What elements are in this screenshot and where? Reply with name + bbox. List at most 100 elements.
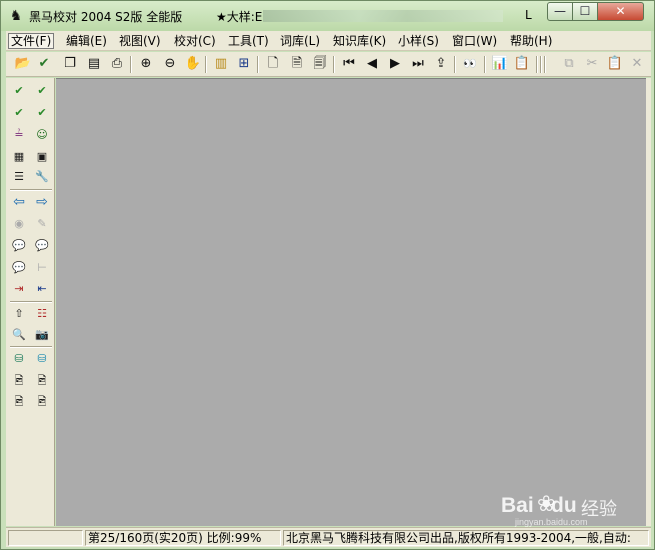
delete-icon[interactable]: ✕ [628, 55, 646, 73]
status-pane-empty [8, 530, 83, 546]
document-workspace[interactable] [56, 78, 646, 526]
insert-right-icon[interactable]: ⇤ [32, 280, 52, 298]
menu-view[interactable]: 视图(V) [117, 33, 163, 49]
horse-logo-icon[interactable]: ♞ [7, 8, 25, 24]
menu-lexicon[interactable]: 词库(L) [278, 33, 322, 49]
comment-red-icon[interactable]: 💬 [9, 259, 29, 277]
toolbar-separator [544, 56, 546, 73]
toolbar-separator [257, 56, 259, 73]
toolbar-separator [484, 56, 486, 73]
app-window: ♞ 黑马校对 2004 S2版 全能版 ★大样:E L — ☐ ✕ 文件(F) … [0, 0, 655, 550]
abc-check-icon[interactable]: ✔ [9, 82, 29, 100]
copyright-status: 北京黑马飞腾科技有限公司出品,版权所有1993-2004,一般,自动: [283, 530, 649, 546]
export-icon[interactable]: ⇪ [432, 55, 450, 73]
page-text-icon[interactable]: 🗎 [288, 55, 306, 73]
copy-pages-icon[interactable]: ❐ [61, 55, 79, 73]
comment-pink-icon[interactable]: 💬 [9, 237, 29, 255]
image-check-2-icon[interactable]: 🖻 [32, 372, 52, 390]
toolbar-separator [536, 56, 538, 73]
app-title: 黑马校对 2004 S2版 全能版 [29, 10, 183, 24]
page-info-status: 第25/160页(实20页) 比例:99% [85, 530, 281, 546]
status-bar: 第25/160页(实20页) 比例:99% 北京黑马飞腾科技有限公司出品,版权所… [6, 527, 651, 547]
open-icon[interactable]: 📂 [14, 55, 32, 73]
page-list-icon[interactable]: ▤ [85, 55, 103, 73]
watermark-logo-tail: du [551, 494, 577, 517]
image-check-3-icon[interactable]: 🖻 [9, 393, 29, 411]
copy-icon[interactable]: ⧉ [560, 55, 578, 73]
menu-file[interactable]: 文件(F) [8, 33, 55, 49]
watermark-logo-text: Bai [501, 494, 534, 517]
zoom-out-icon[interactable]: ⊖ [161, 55, 179, 73]
toolbar-separator [540, 56, 542, 73]
minimize-button[interactable]: — [547, 2, 573, 21]
right-frame-edge [646, 78, 651, 526]
toolbar-separator [205, 56, 207, 73]
portrait-icon[interactable]: ☺ [32, 126, 52, 144]
db-add-icon[interactable]: ⛁ [9, 350, 29, 368]
menu-window[interactable]: 窗口(W) [450, 33, 499, 49]
watermark-url: jingyan.baidu.com [515, 517, 588, 527]
document-title-trail: L [525, 8, 532, 22]
insert-left-icon[interactable]: ⇥ [9, 280, 29, 298]
menu-bar: 文件(F) 编辑(E) 视图(V) 校对(C) 工具(T) 词库(L) 知识库(… [6, 31, 651, 51]
grid-view-icon[interactable]: ⊞ [235, 55, 253, 73]
image-check-4-icon[interactable]: 🖻 [32, 393, 52, 411]
number-check-icon[interactable]: ✔ [9, 104, 29, 122]
monitor-icon[interactable]: ▣ [32, 148, 52, 166]
page-columns-icon[interactable]: 🗐 [311, 55, 329, 73]
zoom-in-icon[interactable]: ⊕ [137, 55, 155, 73]
menu-tools[interactable]: 工具(T) [226, 33, 271, 49]
menu-help[interactable]: 帮助(H) [508, 33, 554, 49]
table-grid-icon[interactable]: ▦ [9, 148, 29, 166]
main-toolbar: 📂 ✔ ❐ ▤ ⎙ ⊕ ⊖ ✋ ▥ ⊞ 🗋 🗎 🗐 ⏮ ◀ ▶ ⏭ ⇪ 👀 📊 … [6, 52, 651, 77]
list-check-icon[interactable]: ☰ [9, 168, 29, 186]
upload-icon[interactable]: ⇧ [9, 305, 29, 323]
blurred-path [263, 10, 503, 22]
first-page-icon[interactable]: ⏮ [340, 55, 358, 73]
print-icon[interactable]: ⎙ [108, 55, 126, 73]
eye-icon[interactable]: ◉ [9, 215, 29, 233]
side-toolbar-separator [10, 346, 52, 348]
hand-icon[interactable]: ✋ [184, 55, 202, 73]
document-title: ★大样:E [216, 10, 263, 24]
kg-unit-check-icon[interactable]: ✔ [32, 104, 52, 122]
prev-page-icon[interactable]: ◀ [363, 55, 381, 73]
numbered-list-icon[interactable]: ☷ [32, 305, 52, 323]
toolbar-separator [130, 56, 132, 73]
image-search-icon[interactable]: 🔍 [9, 326, 29, 344]
camera-icon[interactable]: 📷 [32, 326, 52, 344]
single-page-view-icon[interactable]: ▥ [212, 55, 230, 73]
next-page-icon[interactable]: ▶ [386, 55, 404, 73]
cut-icon[interactable]: ✂ [583, 55, 601, 73]
menu-proof[interactable]: 校对(C) [172, 33, 218, 49]
abc-compare-icon[interactable]: ≟ [9, 126, 29, 144]
db-blue-icon[interactable]: ⛁ [32, 350, 52, 368]
proof-check-icon[interactable]: ✔ [35, 55, 53, 73]
maximize-button[interactable]: ☐ [572, 2, 598, 21]
toolbar-separator [454, 56, 456, 73]
back-arrow-icon[interactable]: ⇦ [9, 193, 29, 211]
title-bar[interactable]: ♞ 黑马校对 2004 S2版 全能版 ★大样:E L — ☐ ✕ [1, 1, 654, 31]
comment-purple-icon[interactable]: 💬 [32, 237, 52, 255]
pen-icon[interactable]: ✎ [32, 215, 52, 233]
forward-arrow-icon[interactable]: ⇨ [32, 193, 52, 211]
menu-knowledge[interactable]: 知识库(K) [331, 33, 388, 49]
toolbar-separator [333, 56, 335, 73]
statistics-chart-icon[interactable]: 📊 [491, 55, 509, 73]
find-binoculars-icon[interactable]: 👀 [461, 55, 479, 73]
side-toolbar-separator [10, 189, 52, 191]
side-toolbar: ✔ ✔ ✔ ✔ ≟ ☺ ▦ ▣ ☰ 🔧 ⇦ ⇨ ◉ ✎ 💬 💬 💬 ⊢ ⇥ ⇤ … [6, 78, 55, 526]
page-icon[interactable]: 🗋 [264, 55, 282, 73]
image-check-icon[interactable]: 🖻 [9, 372, 29, 390]
menu-sample[interactable]: 小样(S) [396, 33, 441, 49]
properties-icon[interactable]: 📋 [513, 55, 531, 73]
wrench-icon[interactable]: 🔧 [32, 168, 52, 186]
paste-icon[interactable]: 📋 [606, 55, 624, 73]
bridge-icon[interactable]: ⊢ [32, 259, 52, 277]
abc-check-all-icon[interactable]: ✔ [32, 82, 52, 100]
side-toolbar-separator [10, 301, 52, 303]
close-button[interactable]: ✕ [597, 2, 644, 21]
menu-edit[interactable]: 编辑(E) [64, 33, 109, 49]
last-page-icon[interactable]: ⏭ [409, 55, 427, 73]
baidu-jingyan-watermark: Bai ❀ du 经验 jingyan.baidu.com [499, 490, 634, 530]
